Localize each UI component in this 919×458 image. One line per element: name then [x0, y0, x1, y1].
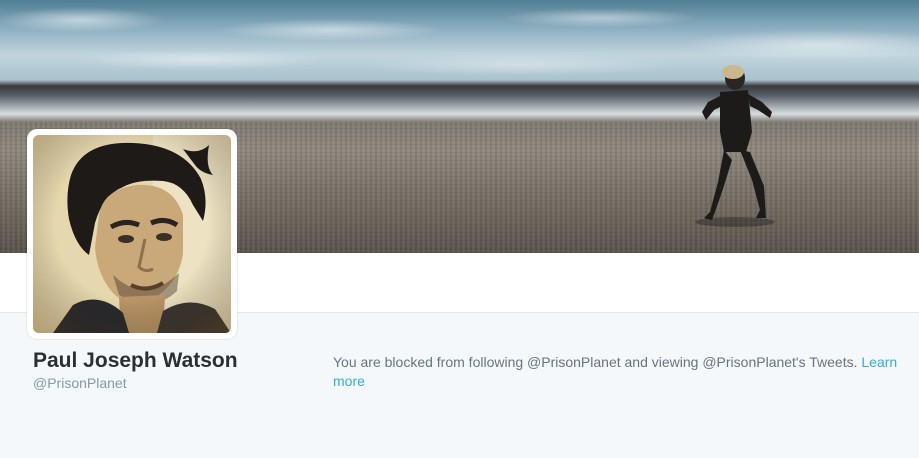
avatar[interactable]: [33, 135, 231, 333]
avatar-portrait: [33, 135, 231, 333]
profile-handle[interactable]: @PrisonPlanet: [33, 375, 127, 391]
profile-name[interactable]: Paul Joseph Watson: [33, 349, 238, 373]
avatar-frame[interactable]: [27, 129, 237, 339]
blocked-notice: You are blocked from following @PrisonPl…: [333, 353, 913, 391]
profile-page: Paul Joseph Watson @PrisonPlanet You are…: [0, 0, 919, 458]
banner-figure-silhouette: [695, 65, 775, 227]
blocked-notice-text: You are blocked from following @PrisonPl…: [333, 354, 858, 370]
